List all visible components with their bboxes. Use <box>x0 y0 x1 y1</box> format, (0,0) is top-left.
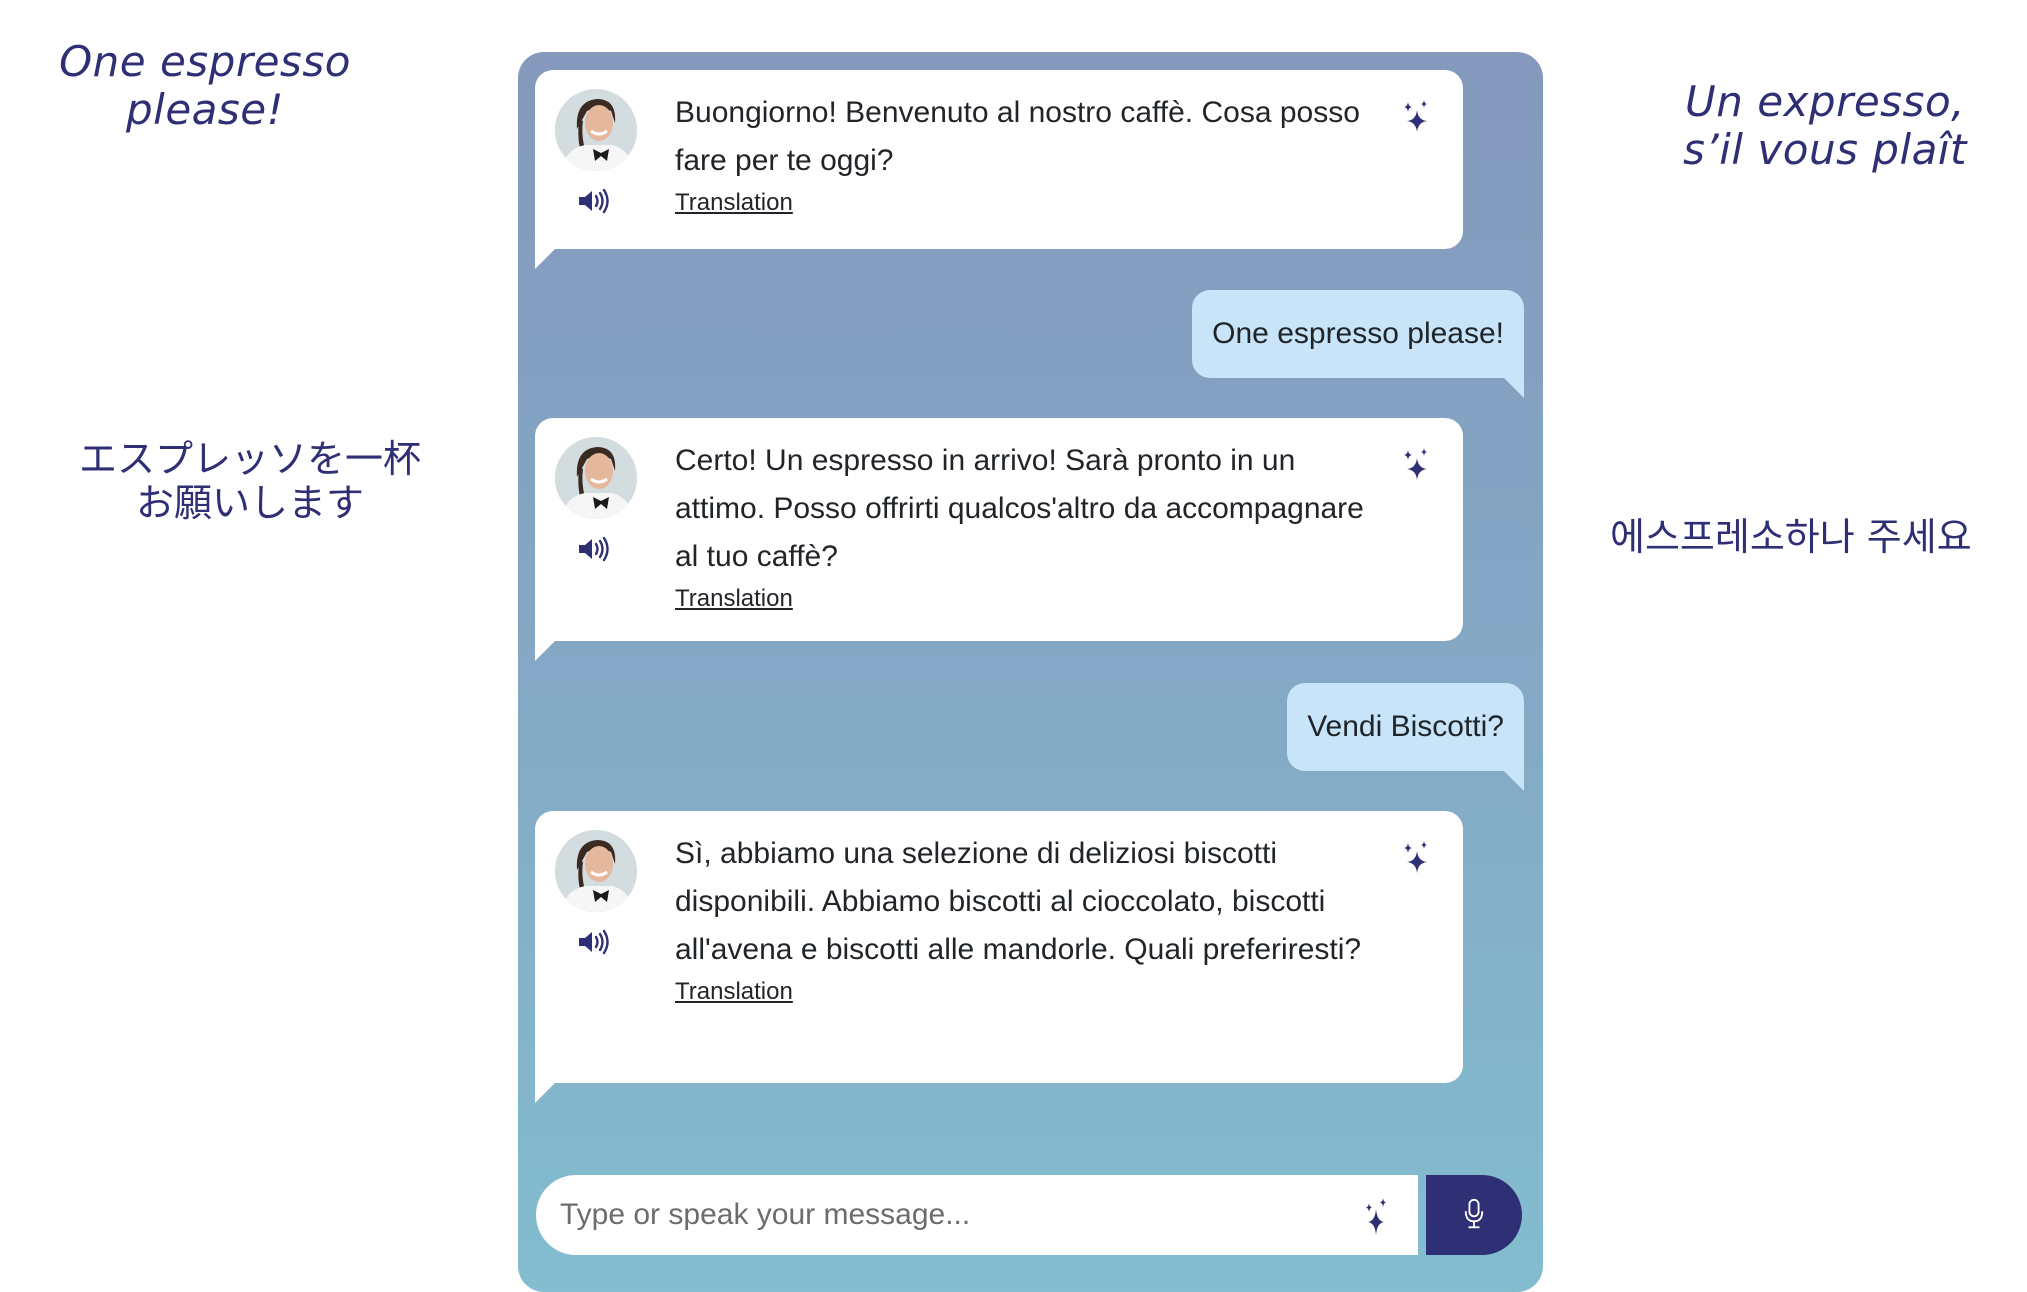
message-composer <box>536 1175 1522 1255</box>
user-message: Vendi Biscotti? <box>1287 683 1524 791</box>
bot-message-text: Certo! Un espresso in arrivo! Sarà pront… <box>675 444 1364 573</box>
waiter-avatar-image <box>555 830 637 912</box>
side-phrase-korean: 에스프레소하나 주세요 <box>1610 515 2010 560</box>
bot-message: Certo! Un espresso in arrivo! Sarà pront… <box>535 418 1463 661</box>
side-phrase-line: Un expresso, <box>1685 77 1965 126</box>
microphone-icon <box>1463 1198 1485 1233</box>
message-input[interactable] <box>536 1175 1418 1255</box>
waiter-avatar <box>555 830 637 912</box>
side-phrase-english: One espresso please! <box>40 37 370 135</box>
speaker-icon[interactable] <box>578 929 612 955</box>
side-phrase-line: エスプレッソを一杯 <box>78 437 421 481</box>
user-message-text: One espresso please! <box>1212 317 1504 350</box>
waiter-avatar-image <box>555 89 637 171</box>
user-message-text: Vendi Biscotti? <box>1307 710 1504 743</box>
side-phrase-line: 에스프레소하나 주세요 <box>1610 515 1972 559</box>
user-message: One espresso please! <box>1192 290 1524 398</box>
bot-message-text: Buongiorno! Benvenuto al nostro caffè. C… <box>675 96 1360 177</box>
bot-message-text: Sì, abbiamo una selezione di deliziosi b… <box>675 837 1362 966</box>
sparkle-icon[interactable] <box>1399 98 1433 134</box>
side-phrase-line: お願いします <box>135 480 364 525</box>
translation-link[interactable]: Translation <box>675 583 793 615</box>
translation-link[interactable]: Translation <box>675 187 793 219</box>
sparkle-icon[interactable] <box>1399 446 1433 482</box>
waiter-avatar-image <box>555 437 637 519</box>
bot-message: Sì, abbiamo una selezione di deliziosi b… <box>535 811 1463 1103</box>
bot-message: Buongiorno! Benvenuto al nostro caffè. C… <box>535 70 1463 269</box>
speaker-icon[interactable] <box>578 188 612 214</box>
waiter-avatar <box>555 437 637 519</box>
sparkle-icon[interactable] <box>1362 1197 1392 1235</box>
speaker-icon[interactable] <box>578 536 612 562</box>
sparkle-icon[interactable] <box>1399 839 1433 875</box>
waiter-avatar <box>555 89 637 171</box>
side-phrase-french: Un expresso, s’il vous plaît <box>1660 77 1990 175</box>
translation-link[interactable]: Translation <box>675 976 793 1008</box>
chat-window: Buongiorno! Benvenuto al nostro caffè. C… <box>518 52 1543 1292</box>
side-phrase-line: s’il vous plaît <box>1682 125 1968 175</box>
side-phrase-line: please! <box>126 85 284 135</box>
side-phrase-line: One espresso <box>59 37 351 86</box>
side-phrase-japanese: エスプレッソを一杯 お願いします <box>40 437 460 525</box>
microphone-button[interactable] <box>1426 1175 1522 1255</box>
